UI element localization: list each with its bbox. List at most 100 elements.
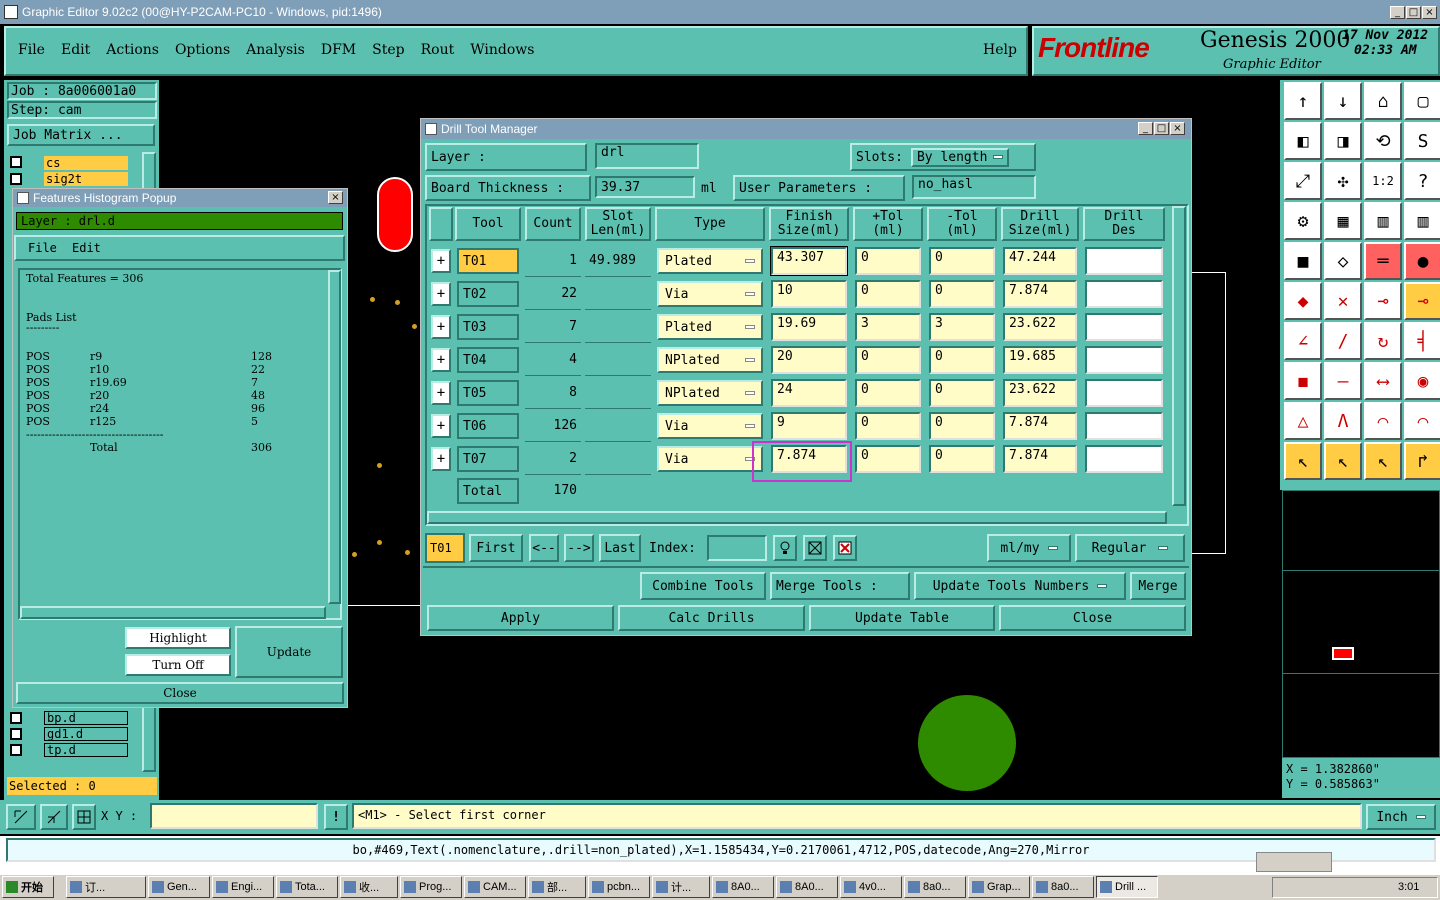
dtm-maximize-icon[interactable]: □ <box>1154 122 1169 135</box>
bulb-icon[interactable] <box>773 535 797 561</box>
board-thickness-input[interactable]: 39.37 <box>595 176 695 198</box>
taskbar-item[interactable]: Prog... <box>400 876 462 898</box>
layer-field[interactable]: drl <box>595 143 699 169</box>
table-hscroll[interactable] <box>427 511 1167 524</box>
type-select[interactable]: NPlated <box>657 380 763 406</box>
grid-snap-icon[interactable] <box>72 804 96 830</box>
update-button[interactable]: Update <box>235 626 343 678</box>
center-icon[interactable]: ✣ <box>1324 162 1362 200</box>
histogram-vscroll[interactable] <box>328 270 341 604</box>
expand-row-button[interactable]: + <box>431 282 451 306</box>
panel-icon[interactable]: ▢ <box>1404 82 1440 120</box>
group-icon[interactable]: ◉ <box>1404 362 1440 400</box>
help-icon[interactable]: ? <box>1404 162 1440 200</box>
xy-input[interactable] <box>150 803 318 829</box>
menu-windows[interactable]: Windows <box>470 42 534 58</box>
taskbar-item[interactable]: pcbn... <box>588 876 650 898</box>
arch2-icon[interactable]: ⌒ <box>1404 402 1440 440</box>
scale-icon[interactable]: 1:2 <box>1364 162 1402 200</box>
user-params-input[interactable]: no_hasl <box>912 175 1036 199</box>
pointer-icon[interactable]: ↖ <box>1284 442 1322 480</box>
split-icon[interactable]: ╡ <box>1404 322 1440 360</box>
ime-bar[interactable] <box>1256 852 1332 872</box>
menu-file[interactable]: File <box>18 42 45 58</box>
ruler-icon[interactable]: ═ <box>1364 242 1402 280</box>
layer-checkbox-gd1[interactable] <box>10 728 22 740</box>
job-matrix-button[interactable]: Job Matrix ... <box>7 124 155 146</box>
zoom-icon[interactable] <box>6 804 36 830</box>
angle-icon[interactable]: ∠ <box>1284 322 1322 360</box>
snap2-icon[interactable]: ▥ <box>1404 202 1440 240</box>
taskbar-item[interactable]: 部... <box>528 876 586 898</box>
last-button[interactable]: Last <box>599 534 641 562</box>
expand-row-button[interactable]: + <box>431 447 451 471</box>
table-vscroll[interactable] <box>1172 206 1186 506</box>
histogram-menu-edit[interactable]: Edit <box>72 241 101 255</box>
taskbar-item[interactable]: Grap... <box>968 876 1030 898</box>
mtol-input[interactable]: 0 <box>929 412 995 440</box>
layer-bp[interactable]: bp.d <box>44 711 128 725</box>
tool-name[interactable]: T06 <box>457 413 519 439</box>
finish-input[interactable]: 9 <box>771 412 847 440</box>
close-button[interactable]: Close <box>999 605 1186 631</box>
taskbar-item[interactable]: 8A0... <box>712 876 774 898</box>
drill-input[interactable]: 19.685 <box>1003 346 1077 374</box>
apply-button[interactable]: Apply <box>427 605 614 631</box>
finish-input[interactable]: 20 <box>771 346 847 374</box>
ptol-input[interactable]: 0 <box>855 412 921 440</box>
mtol-input[interactable]: 0 <box>929 379 995 407</box>
menu-analysis[interactable]: Analysis <box>246 42 305 58</box>
polygon-icon[interactable]: ◇ <box>1324 242 1362 280</box>
ptol-input[interactable]: 3 <box>855 313 921 341</box>
taskbar-item[interactable]: Gen... <box>148 876 210 898</box>
close-icon[interactable]: × <box>1422 6 1437 19</box>
taskbar-item[interactable]: Tota... <box>276 876 338 898</box>
finish-input[interactable]: 43.307 <box>770 246 848 276</box>
move-up-icon[interactable]: ↑ <box>1284 82 1322 120</box>
taskbar-item[interactable]: 8A0... <box>776 876 838 898</box>
taskbar-item[interactable]: 订... <box>66 876 146 898</box>
type-select[interactable]: Via <box>657 446 763 472</box>
rotate-icon[interactable]: ⟲ <box>1364 122 1402 160</box>
histogram-close-icon[interactable]: × <box>328 191 343 204</box>
menu-actions[interactable]: Actions <box>106 42 159 58</box>
move-down-icon[interactable]: ↓ <box>1324 82 1362 120</box>
type-select[interactable]: Via <box>657 413 763 439</box>
type-select[interactable]: Via <box>657 281 763 307</box>
des-input[interactable] <box>1085 412 1163 440</box>
update-table-button[interactable]: Update Table <box>809 605 995 631</box>
menu-options[interactable]: Options <box>175 42 230 58</box>
menu-edit[interactable]: Edit <box>61 42 90 58</box>
connect-icon[interactable]: ⊸ <box>1364 282 1402 320</box>
units-select[interactable]: ml/my <box>987 534 1071 562</box>
taskbar-item[interactable]: 4v0... <box>840 876 902 898</box>
ptol-input[interactable]: 0 <box>855 280 921 308</box>
drill-input[interactable]: 7.874 <box>1003 412 1077 440</box>
info-icon[interactable]: ! <box>324 804 348 830</box>
minimize-icon[interactable]: _ <box>1390 6 1405 19</box>
dash-icon[interactable]: — <box>1324 362 1362 400</box>
finish-input[interactable]: 19.69 <box>771 313 847 341</box>
taskbar-item[interactable]: 收... <box>340 876 398 898</box>
expand-row-button[interactable]: + <box>431 348 451 372</box>
highlight-button[interactable]: Highlight <box>125 627 231 649</box>
grid-icon[interactable]: ▦ <box>1324 202 1362 240</box>
drill-input[interactable]: 23.622 <box>1003 313 1077 341</box>
drill-input[interactable]: 7.874 <box>1003 280 1077 308</box>
expand-row-button[interactable]: + <box>431 381 451 405</box>
tool-name[interactable]: T01 <box>457 248 519 274</box>
drill-input[interactable]: 7.874 <box>1003 445 1077 473</box>
type-select[interactable]: NPlated <box>657 347 763 373</box>
house-icon[interactable]: ⌂ <box>1364 82 1402 120</box>
triangle-icon[interactable]: △ <box>1284 402 1322 440</box>
layer-checkbox-bp[interactable] <box>10 712 22 724</box>
taskbar-item[interactable]: Engi... <box>212 876 274 898</box>
maximize-icon[interactable]: □ <box>1406 6 1421 19</box>
type-select[interactable]: Plated <box>657 314 763 340</box>
update-tools-numbers-select[interactable]: Update Tools Numbers <box>914 572 1126 600</box>
ptol-input[interactable]: 0 <box>855 379 921 407</box>
delete-icon[interactable] <box>833 535 857 561</box>
pad-icon[interactable]: ◼ <box>1284 362 1322 400</box>
tool-name[interactable]: T07 <box>457 446 519 472</box>
finish-input[interactable]: 24 <box>771 379 847 407</box>
